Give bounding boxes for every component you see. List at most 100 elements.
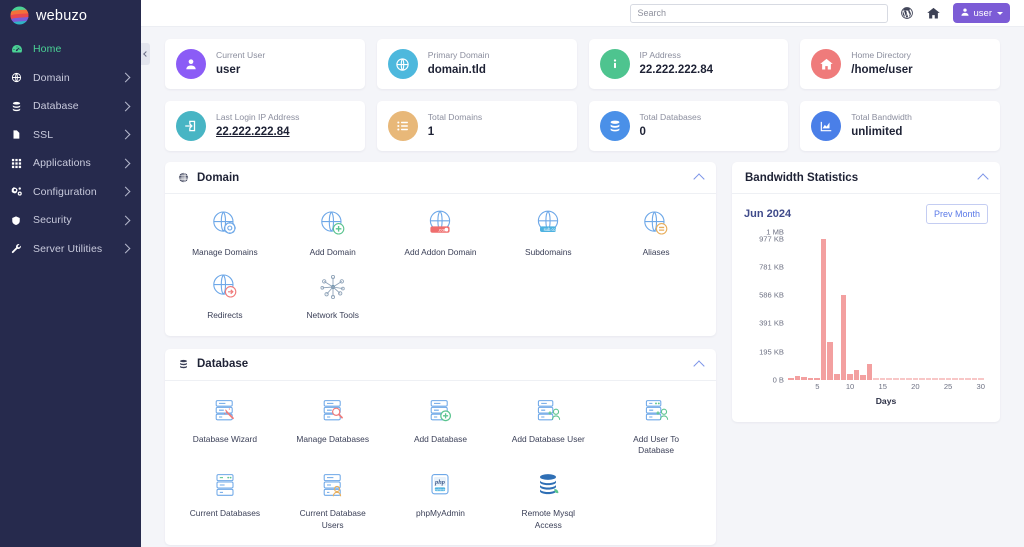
chart-bar[interactable]	[808, 378, 814, 380]
brand-name: webuzo	[36, 8, 87, 24]
globe-subdomain-icon: sub.co	[532, 206, 564, 242]
stat-card-current-user: Current User user	[165, 39, 365, 89]
list-icon	[388, 111, 418, 141]
chart-bar[interactable]	[926, 378, 932, 380]
tile-add-domain[interactable]: Add Domain	[279, 206, 387, 258]
chart-bar[interactable]	[919, 378, 925, 380]
panel-domain: Domain	[165, 162, 716, 336]
chart-bar[interactable]	[788, 378, 794, 380]
panel-title: Domain	[197, 172, 695, 184]
tile-add-database[interactable]: Add Database	[387, 393, 495, 457]
sidebar-collapse-toggle[interactable]	[141, 43, 150, 65]
chart-bar[interactable]	[854, 370, 860, 380]
db-plus-icon	[424, 393, 456, 429]
prev-month-button[interactable]: Prev Month	[926, 204, 988, 224]
globe-arrow-icon	[209, 269, 241, 305]
chart-bar[interactable]	[867, 364, 873, 380]
stat-cards: Current User user Primary Domain domain.…	[165, 39, 1000, 151]
brand[interactable]: webuzo	[0, 0, 141, 31]
sidebar-item-domain[interactable]: Domain	[0, 64, 141, 93]
globe-icon	[178, 172, 189, 183]
chart-bar[interactable]	[841, 295, 847, 380]
chart-bar[interactable]	[886, 378, 892, 380]
tile-label: Redirects	[207, 310, 242, 321]
stat-card-primary-domain: Primary Domain domain.tld	[377, 39, 577, 89]
bandwidth-chart: 0 B195 KB391 KB586 KB781 KB977 KB1 MB 51…	[744, 232, 988, 410]
chart-bar[interactable]	[827, 342, 833, 380]
db-stack-icon	[532, 467, 564, 503]
globe-equals-icon	[640, 206, 672, 242]
chart-bar[interactable]	[821, 239, 827, 380]
chart-bar[interactable]	[952, 378, 958, 380]
chart-area-icon	[811, 111, 841, 141]
chart-bar[interactable]	[906, 378, 912, 380]
tile-database-wizard[interactable]: Database Wizard	[171, 393, 279, 457]
chart-bar[interactable]	[965, 378, 971, 380]
chart-bar[interactable]	[860, 375, 866, 380]
chart-bar[interactable]	[913, 378, 919, 380]
stat-value: 0	[640, 124, 702, 140]
sidebar-item-applications[interactable]: Applications	[0, 149, 141, 178]
tile-add-user-to-database[interactable]: Add User To Database	[602, 393, 710, 457]
search-input[interactable]	[630, 4, 888, 23]
sidebar-item-server-utilities[interactable]: Server Utilities	[0, 235, 141, 264]
sidebar-item-ssl[interactable]: SSL	[0, 121, 141, 150]
chevron-up-icon[interactable]	[977, 173, 988, 184]
sidebar-item-security[interactable]: Security	[0, 206, 141, 235]
chart-bar[interactable]	[880, 378, 886, 380]
chart-bar[interactable]	[932, 378, 938, 380]
tile-network-tools[interactable]: Network Tools	[279, 269, 387, 321]
tile-current-databases[interactable]: Current Databases	[171, 467, 279, 531]
chart-bar[interactable]	[978, 378, 984, 380]
tile-label: Manage Domains	[192, 247, 258, 258]
gears-icon	[11, 186, 26, 197]
tile-add-database-user[interactable]: Add Database User	[494, 393, 602, 457]
grid-apps-icon	[11, 158, 26, 169]
chart-bar[interactable]	[939, 378, 945, 380]
chart-bar[interactable]	[795, 376, 801, 380]
right-column: Bandwidth Statistics Jun 2024 Prev Month…	[732, 162, 1000, 547]
sidebar-item-label: Applications	[33, 157, 122, 169]
chart-bar[interactable]	[893, 378, 899, 380]
chart-bar[interactable]	[834, 374, 840, 380]
tile-phpmyadmin[interactable]: php myAdmin phpMyAdmin	[387, 467, 495, 531]
tile-subdomains[interactable]: sub.co Subdomains	[494, 206, 602, 258]
wordpress-icon[interactable]	[900, 6, 914, 20]
left-column: Domain	[165, 162, 716, 547]
chart-bar[interactable]	[801, 377, 807, 380]
sidebar-item-database[interactable]: Database	[0, 92, 141, 121]
panel-domain-header[interactable]: Domain	[165, 162, 716, 194]
chart-bar[interactable]	[959, 378, 965, 380]
tile-redirects[interactable]: Redirects	[171, 269, 279, 321]
panel-database-header[interactable]: Database	[165, 349, 716, 381]
database-tiles: Database Wizard	[165, 381, 716, 545]
stat-card-home-directory: Home Directory /home/user	[800, 39, 1000, 89]
chevron-right-icon	[121, 73, 131, 83]
tile-manage-databases[interactable]: Manage Databases	[279, 393, 387, 457]
chart-bar[interactable]	[946, 378, 952, 380]
chart-bar[interactable]	[873, 378, 879, 380]
chevron-right-icon	[121, 244, 131, 254]
chart-bar[interactable]	[900, 378, 906, 380]
sidebar-item-configuration[interactable]: Configuration	[0, 178, 141, 207]
panel-bandwidth-header[interactable]: Bandwidth Statistics	[732, 162, 1000, 194]
globe-gear-icon	[209, 206, 241, 242]
app-root: webuzo Home Domain	[0, 0, 1024, 547]
tile-remote-mysql-access[interactable]: Remote Mysql Access	[494, 467, 602, 531]
sidebar-item-home[interactable]: Home	[0, 35, 141, 64]
tile-manage-domains[interactable]: Manage Domains	[171, 206, 279, 258]
chevron-right-icon	[121, 130, 131, 140]
tile-add-addon-domain[interactable]: .com Add Addon Domain	[387, 206, 495, 258]
chart-bar[interactable]	[972, 378, 978, 380]
stat-value: unlimited	[851, 124, 912, 140]
chevron-up-icon[interactable]	[693, 360, 704, 371]
home-icon[interactable]	[926, 6, 941, 21]
globe-plus-icon	[317, 206, 349, 242]
chevron-up-icon[interactable]	[693, 173, 704, 184]
user-menu-button[interactable]: user	[953, 3, 1010, 23]
stat-label: Primary Domain	[428, 50, 490, 62]
chart-bar[interactable]	[814, 378, 820, 380]
tile-aliases[interactable]: Aliases	[602, 206, 710, 258]
tile-current-database-users[interactable]: Current Database Users	[279, 467, 387, 531]
chart-bar[interactable]	[847, 374, 853, 380]
